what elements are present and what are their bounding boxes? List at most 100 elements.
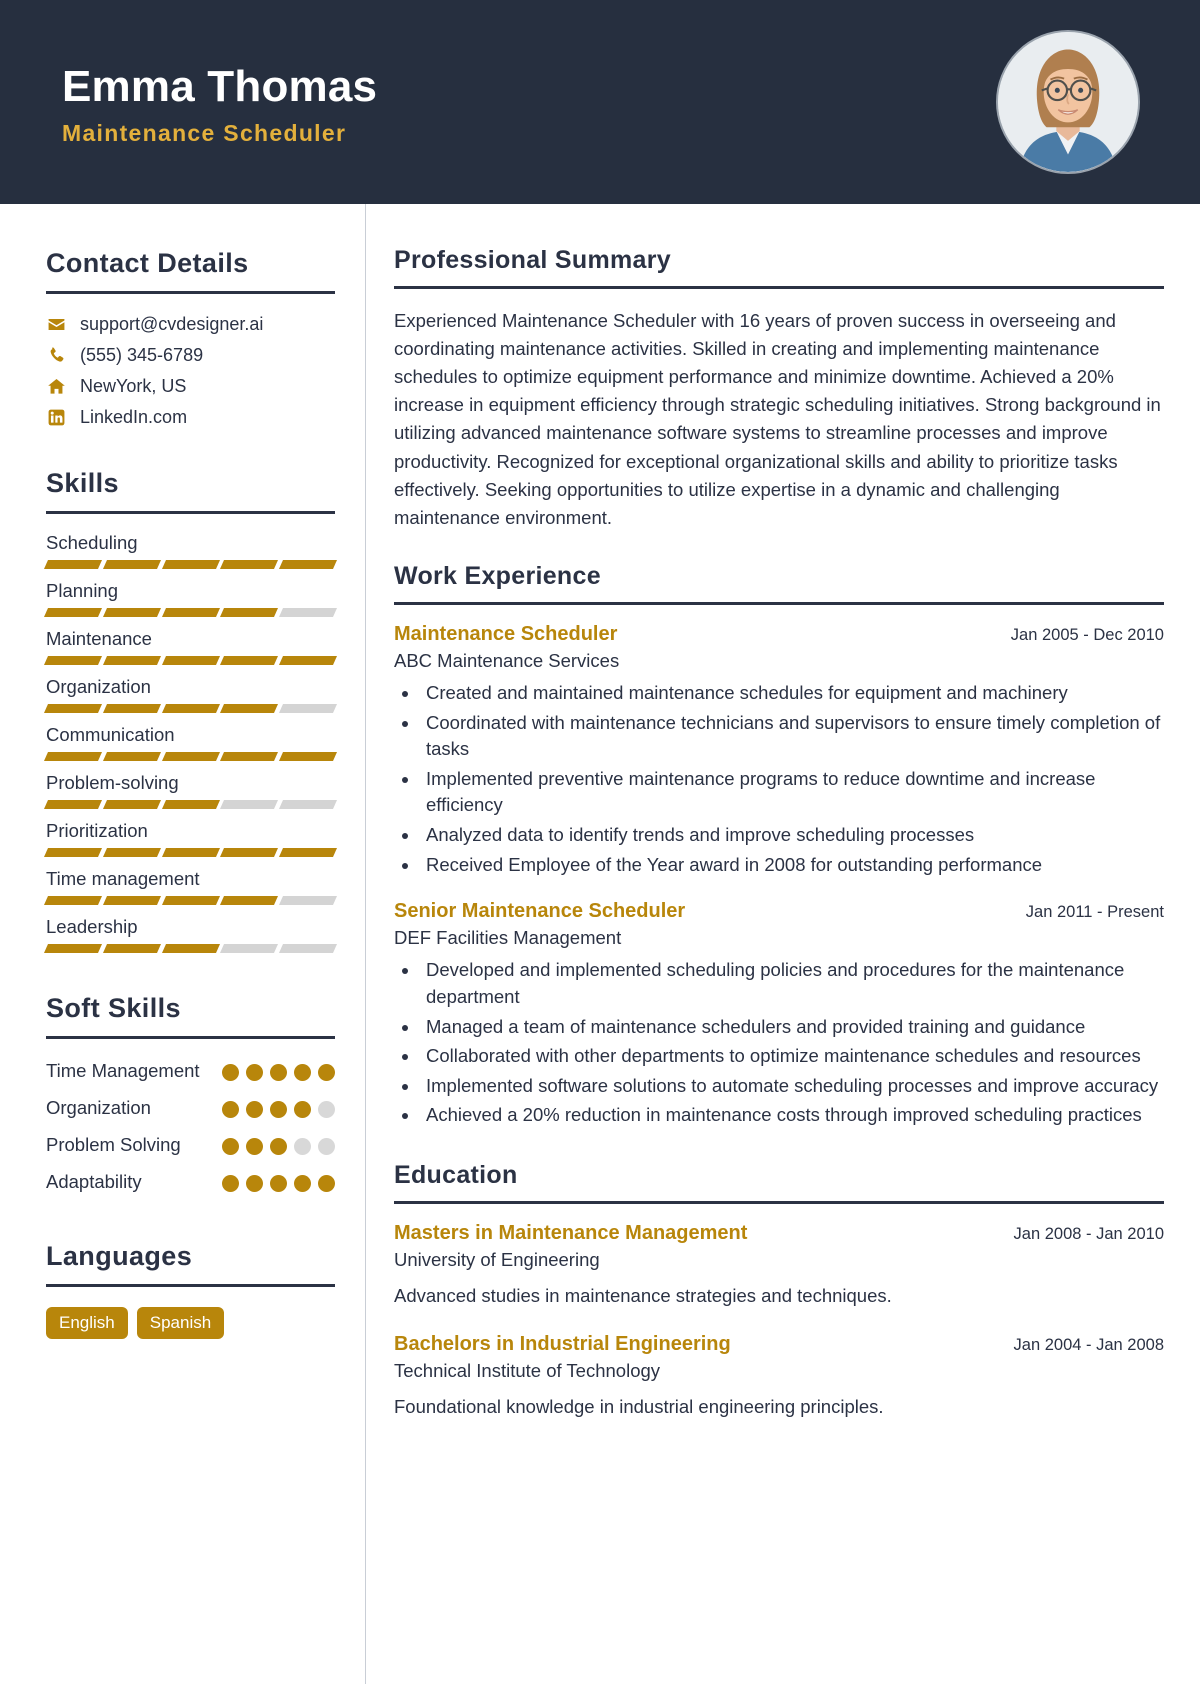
skill-item: Communication <box>43 724 337 761</box>
skill-level-bar <box>43 800 337 809</box>
skill-level-bar <box>43 656 337 665</box>
skill-label: Organization <box>46 676 151 697</box>
contact-item-location[interactable]: NewYork, US <box>46 376 335 397</box>
rating-dot <box>318 1174 335 1192</box>
skill-level-segment <box>102 656 161 665</box>
skill-label: Leadership <box>46 916 138 937</box>
job-date-range: Jan 2011 - Present <box>1025 903 1164 922</box>
skill-level-segment <box>279 944 337 953</box>
summary-divider <box>394 286 1164 289</box>
skill-level-bar <box>43 704 337 713</box>
skill-level-segment <box>220 608 279 617</box>
skill-level-segment <box>279 608 337 617</box>
contact-value-phone: (555) 345-6789 <box>80 345 204 365</box>
job-responsibility-item: Coordinated with maintenance technicians… <box>420 710 1164 763</box>
institution-name: Technical Institute of Technology <box>394 1360 661 1381</box>
skill-level-bar <box>43 608 337 617</box>
education-section: Education Masters in Maintenance Managem… <box>394 1161 1164 1418</box>
job-responsibility-item: Analyzed data to identify trends and imp… <box>420 822 1164 849</box>
entry-header: Bachelors in Industrial Engineering Jan 2… <box>394 1333 1164 1356</box>
contact-value-email: support@cvdesigner.ai <box>80 314 264 334</box>
candidate-name: Emma Thomas <box>62 61 378 111</box>
degree-date-range: Jan 2008 - Jan 2010 <box>1013 1225 1164 1243</box>
skill-level-bar <box>43 944 337 953</box>
work-experience-entry: Maintenance Scheduler Jan 2005 - Dec 2010… <box>394 623 1164 878</box>
skill-level-segment <box>220 656 279 665</box>
soft-skill-row: Time Management <box>46 1059 335 1084</box>
professional-summary-section: Professional Summary Experienced Mainten… <box>394 246 1164 532</box>
skill-level-segment <box>220 896 279 905</box>
soft-skill-rating <box>222 1133 335 1155</box>
entry-header: Masters in Maintenance Management Jan 200… <box>394 1222 1164 1245</box>
avatar-photo-icon <box>998 32 1138 172</box>
skill-level-segment <box>279 704 337 713</box>
skill-level-segment <box>220 944 279 953</box>
soft-skills-heading: Soft Skills <box>46 993 181 1023</box>
rating-dot <box>318 1064 335 1081</box>
education-divider <box>394 1201 1164 1204</box>
job-responsibility-list: Created and maintained maintenance sched… <box>420 680 1164 878</box>
job-title: Maintenance Scheduler <box>394 622 618 645</box>
main-content: Professional Summary Experienced Mainten… <box>366 204 1200 1684</box>
rating-dot <box>246 1064 263 1081</box>
rating-dot <box>270 1174 287 1192</box>
phone-icon <box>46 345 67 366</box>
rating-dot <box>222 1100 239 1118</box>
soft-skill-label: Adaptability <box>46 1170 142 1192</box>
skill-level-segment <box>102 848 161 857</box>
entry-header: Maintenance Scheduler Jan 2005 - Dec 2010 <box>394 623 1164 646</box>
skill-level-bar <box>43 752 337 761</box>
rating-dot <box>294 1100 311 1118</box>
skill-level-segment <box>161 896 220 905</box>
skill-level-segment <box>102 800 161 809</box>
language-chip[interactable]: Spanish <box>136 1306 225 1339</box>
skill-level-segment <box>43 896 102 905</box>
skill-item: Problem-solving <box>43 772 337 809</box>
skill-label: Maintenance <box>46 628 152 649</box>
soft-skill-rating <box>222 1096 335 1118</box>
skill-label: Prioritization <box>46 820 148 841</box>
rating-dot <box>318 1137 335 1155</box>
skill-level-segment <box>220 848 279 857</box>
contact-list: support@cvdesigner.ai (555) 345-6789 New… <box>46 314 335 428</box>
job-responsibility-item: Received Employee of the Year award in 2… <box>420 852 1164 879</box>
soft-skill-label: Organization <box>46 1096 151 1118</box>
skill-level-segment <box>102 896 161 905</box>
contact-item-email[interactable]: support@cvdesigner.ai <box>46 314 335 335</box>
work-experience-entry: Senior Maintenance Scheduler Jan 2011 - P… <box>394 900 1164 1129</box>
job-responsibility-item: Implemented software solutions to automa… <box>420 1073 1164 1100</box>
skill-item: Planning <box>43 580 337 617</box>
education-heading: Education <box>394 1161 518 1189</box>
skill-item: Leadership <box>43 916 337 953</box>
skill-level-segment <box>220 800 279 809</box>
rating-dot <box>222 1174 239 1192</box>
skill-level-segment <box>161 944 220 953</box>
skill-level-segment <box>102 704 161 713</box>
contact-section: Contact Details support@cvdesigner.ai (5… <box>46 248 335 428</box>
contact-divider <box>46 291 335 294</box>
skill-item: Scheduling <box>43 532 337 569</box>
skill-label: Scheduling <box>46 532 138 553</box>
education-list: Masters in Maintenance Management Jan 200… <box>394 1222 1164 1418</box>
skill-level-segment <box>279 752 337 761</box>
job-responsibility-list: Developed and implemented scheduling pol… <box>420 957 1164 1129</box>
contact-item-phone[interactable]: (555) 345-6789 <box>46 345 335 366</box>
skill-level-segment <box>220 704 279 713</box>
skill-item: Organization <box>43 676 337 713</box>
contact-item-linkedin[interactable]: LinkedIn.com <box>46 407 335 428</box>
skill-level-segment <box>102 944 161 953</box>
skill-level-segment <box>43 704 102 713</box>
soft-skill-row: Organization <box>46 1096 335 1121</box>
work-experience-divider <box>394 601 1164 605</box>
languages-heading: Languages <box>46 1240 193 1271</box>
skill-level-segment <box>220 752 279 761</box>
skill-level-segment <box>161 608 220 617</box>
skill-label: Problem-solving <box>46 772 179 793</box>
avatar <box>996 30 1140 174</box>
skills-divider <box>46 511 335 514</box>
language-chip[interactable]: English <box>46 1306 128 1339</box>
summary-text: Experienced Maintenance Scheduler with 1… <box>394 310 1161 528</box>
education-entry: Bachelors in Industrial Engineering Jan 2… <box>394 1333 1164 1418</box>
skill-level-segment <box>102 608 161 617</box>
rating-dot <box>270 1064 287 1081</box>
